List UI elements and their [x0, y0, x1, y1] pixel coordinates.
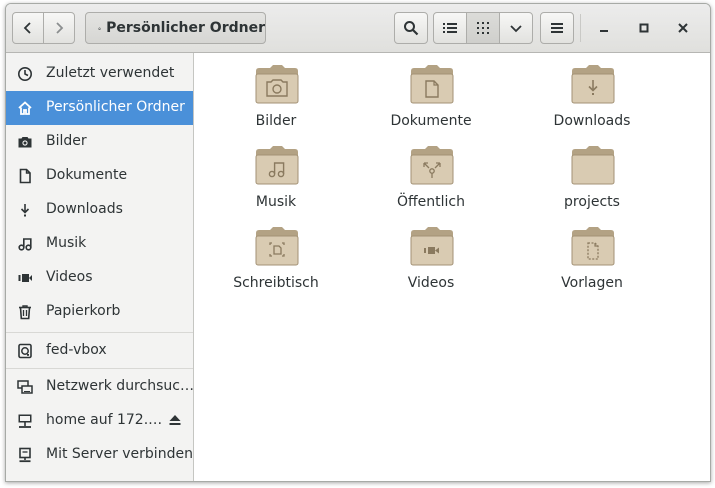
folder-label: Schreibtisch: [233, 275, 319, 291]
sidebar-item-network-share[interactable]: home auf 172.…: [6, 404, 193, 438]
header-separator: [580, 14, 581, 42]
sidebar-item-network[interactable]: Netzwerk durchsuc…: [6, 370, 194, 404]
folder-label: Musik: [255, 194, 297, 210]
folder-desktop-icon: [255, 227, 299, 266]
header-bar: Persönlicher Ordner: [6, 4, 710, 53]
sidebar-item-label: Musik: [46, 235, 87, 251]
hamburger-menu-icon: [551, 23, 563, 33]
sidebar-item-label: Persönlicher Ordner: [46, 99, 185, 115]
sidebar-item-music[interactable]: Musik: [6, 227, 193, 261]
chevron-right-icon: [56, 22, 64, 34]
path-bar-label: Persönlicher Ordner: [106, 20, 265, 36]
document-icon: [19, 168, 31, 184]
sidebar-item-connect-server[interactable]: Mit Server verbinden: [6, 438, 193, 472]
sidebar-item-trash[interactable]: Papierkorb: [6, 295, 193, 329]
folder-pictures-icon: [255, 65, 299, 104]
folder-public-share-icon: [410, 146, 454, 185]
folder-label: Bilder: [255, 113, 297, 129]
folder-label: Vorlagen: [561, 275, 623, 291]
file-manager-window: Persönlicher Ordner Zuletzt verwendet Pe…: [5, 3, 711, 482]
drive-icon: [18, 343, 32, 359]
grid-view-button[interactable]: [466, 12, 500, 44]
folder-label: Videos: [407, 275, 455, 291]
sidebar-separator: [6, 368, 193, 369]
folder-label: Öffentlich: [397, 194, 465, 210]
home-icon: [98, 26, 101, 30]
folder-label: projects: [564, 194, 620, 210]
close-button[interactable]: [667, 12, 699, 44]
sidebar-item-home[interactable]: Persönlicher Ordner: [6, 91, 193, 125]
view-options-button[interactable]: [499, 12, 533, 44]
sidebar-item-pictures[interactable]: Bilder: [6, 125, 193, 159]
sidebar-item-label: fed-vbox: [46, 342, 107, 358]
search-icon: [404, 21, 419, 36]
network-share-icon: [18, 414, 32, 428]
folder-item[interactable]: Bilder: [216, 53, 336, 131]
sidebar-item-videos[interactable]: Videos: [6, 261, 193, 295]
folder-item[interactable]: Videos: [371, 215, 491, 293]
list-view-icon: [443, 23, 457, 33]
sidebar-item-recent[interactable]: Zuletzt verwendet: [6, 57, 193, 91]
folder-music-icon: [255, 146, 299, 185]
folder-item[interactable]: Musik: [216, 134, 336, 212]
network-icon: [17, 380, 33, 394]
folder-item[interactable]: Öffentlich: [371, 134, 491, 212]
maximize-button[interactable]: [628, 12, 660, 44]
folder-icon: [571, 146, 615, 185]
path-bar-home-button[interactable]: Persönlicher Ordner: [85, 12, 266, 44]
folder-templates-icon: [571, 227, 615, 266]
folder-item[interactable]: Schreibtisch: [216, 215, 336, 293]
grid-view-icon: [477, 22, 489, 34]
close-icon: [678, 23, 688, 33]
eject-icon[interactable]: [168, 413, 182, 427]
list-view-button[interactable]: [433, 12, 467, 44]
folder-documents-icon: [410, 65, 454, 104]
sidebar-item-drive[interactable]: fed-vbox: [6, 334, 193, 368]
search-button[interactable]: [394, 12, 428, 44]
folder-item[interactable]: Dokumente: [371, 53, 491, 131]
sidebar-item-label: Papierkorb: [46, 303, 121, 319]
sidebar-item-label: Mit Server verbinden: [46, 446, 193, 462]
folder-videos-icon: [410, 227, 454, 266]
sidebar-item-label: Bilder: [46, 133, 87, 149]
folder-item[interactable]: projects: [532, 134, 652, 212]
camera-icon: [18, 137, 32, 148]
file-view: Bilder Dokumente Downloads Musik Öffentl…: [194, 53, 710, 481]
trash-icon: [19, 305, 31, 320]
folder-label: Downloads: [553, 113, 631, 129]
music-icon: [18, 238, 32, 251]
sidebar-item-label: Netzwerk durchsuc…: [46, 378, 194, 394]
video-icon: [18, 274, 32, 282]
minimize-icon: [600, 30, 608, 32]
clock-icon: [18, 67, 32, 81]
sidebar-item-label: Zuletzt verwendet: [46, 65, 175, 81]
sidebar-item-downloads[interactable]: Downloads: [6, 193, 193, 227]
chevron-down-icon: [510, 25, 522, 33]
menu-button[interactable]: [540, 12, 574, 44]
folder-label: Dokumente: [390, 113, 472, 129]
sidebar-item-label: home auf 172.…: [46, 412, 163, 428]
download-icon: [20, 204, 30, 217]
sidebar: Zuletzt verwendet Persönlicher Ordner Bi…: [6, 53, 194, 481]
folder-item[interactable]: Vorlagen: [532, 215, 652, 293]
forward-button[interactable]: [43, 12, 75, 44]
folder-item[interactable]: Downloads: [532, 53, 652, 131]
server-icon: [19, 447, 31, 463]
sidebar-item-label: Videos: [46, 269, 93, 285]
sidebar-item-label: Dokumente: [46, 167, 128, 183]
sidebar-item-label: Downloads: [46, 201, 123, 217]
back-button[interactable]: [12, 12, 44, 44]
folder-downloads-icon: [571, 65, 615, 104]
home-icon: [18, 101, 32, 115]
minimize-button[interactable]: [588, 12, 620, 44]
sidebar-separator: [6, 332, 193, 333]
maximize-icon: [639, 23, 649, 33]
sidebar-item-documents[interactable]: Dokumente: [6, 159, 193, 193]
chevron-left-icon: [23, 22, 31, 34]
